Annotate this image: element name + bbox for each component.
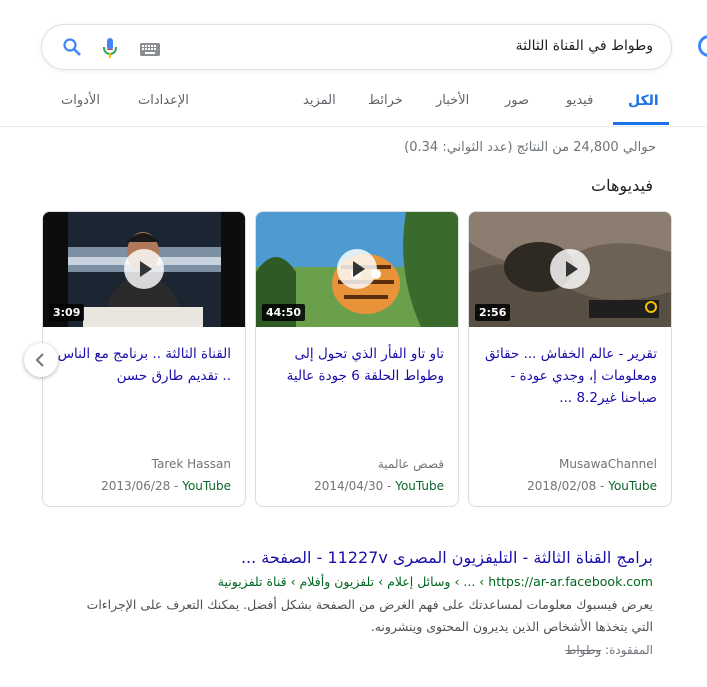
video-platform: YouTube: [395, 479, 444, 493]
video-thumbnail[interactable]: 3:09: [43, 212, 245, 327]
video-card[interactable]: 44:50 تاو تاو الفأر الذي تحول إلى وطواط …: [255, 211, 459, 507]
video-card[interactable]: 2:56 تقرير - عالم الخفاش ... حقائق ومعلو…: [468, 211, 672, 507]
video-thumbnail[interactable]: 44:50: [256, 212, 458, 327]
tab-settings[interactable]: الإعدادات: [138, 93, 189, 108]
result-url[interactable]: https://ar-ar.facebook.com › ... › وسائل…: [218, 574, 653, 589]
video-source: Tarek Hassan: [151, 457, 231, 471]
video-platform: YouTube: [182, 479, 231, 493]
play-icon[interactable]: [124, 249, 164, 289]
play-icon[interactable]: [550, 249, 590, 289]
tab-images[interactable]: صور: [505, 93, 529, 108]
tab-tools[interactable]: الأدوات: [61, 93, 100, 108]
video-meta: 2013/06/28 - YouTube: [101, 479, 231, 493]
play-icon[interactable]: [337, 249, 377, 289]
search-box[interactable]: وطواط في القناة الثالثة: [41, 24, 672, 70]
missing-terms: المفقودة: وطواط: [565, 643, 653, 657]
carousel-prev-button[interactable]: [24, 343, 58, 377]
search-icon[interactable]: [62, 37, 82, 61]
tab-news[interactable]: الأخبار: [436, 93, 469, 108]
account-avatar-icon[interactable]: [698, 35, 707, 57]
tab-all[interactable]: الكل: [628, 93, 659, 109]
tab-more[interactable]: المزيد: [303, 93, 336, 108]
tab-maps[interactable]: خرائط: [368, 93, 403, 108]
video-duration: 3:09: [49, 304, 85, 321]
video-duration: 44:50: [262, 304, 306, 321]
video-date: 2018/02/08: [527, 479, 597, 493]
video-platform: YouTube: [608, 479, 657, 493]
video-title[interactable]: تقرير - عالم الخفاش ... حقائق ومعلومات إ…: [483, 343, 657, 409]
video-title[interactable]: القناة الثالثة .. برنامج مع الناس .. تقد…: [57, 343, 231, 387]
active-tab-indicator: [613, 122, 669, 125]
video-source: قصص عالمية: [377, 457, 444, 471]
video-duration: 2:56: [475, 304, 511, 321]
result-snippet: يعرض فيسبوك معلومات لمساعدتك على فهم الغ…: [86, 597, 653, 634]
result-title-link[interactable]: برامج القناة الثالثة - التليفزيون المصرى…: [241, 548, 653, 567]
missing-term: وطواط: [565, 643, 602, 657]
tab-videos[interactable]: فيديو: [566, 93, 593, 108]
result-stats: حوالي 24,800 من النتائج (عدد الثواني: 0.…: [404, 140, 656, 155]
video-title[interactable]: تاو تاو الفأر الذي تحول إلى وطواط الحلقة…: [270, 343, 444, 387]
video-meta: 2018/02/08 - YouTube: [527, 479, 657, 493]
video-card[interactable]: 3:09 القناة الثالثة .. برنامج مع الناس .…: [42, 211, 246, 507]
video-meta: 2014/04/30 - YouTube: [314, 479, 444, 493]
chevron-left-icon: [35, 353, 44, 367]
microphone-icon[interactable]: [102, 37, 118, 63]
video-source: MusawaChannel: [559, 457, 657, 471]
video-thumbnail[interactable]: 2:56: [469, 212, 671, 327]
keyboard-icon[interactable]: [140, 41, 160, 60]
video-date: 2013/06/28: [101, 479, 171, 493]
video-date: 2014/04/30: [314, 479, 384, 493]
missing-label: المفقودة:: [605, 643, 653, 657]
tabs-divider: [0, 126, 707, 127]
videos-heading: فيديوهات: [591, 176, 653, 195]
search-input[interactable]: وطواط في القناة الثالثة: [516, 38, 653, 54]
